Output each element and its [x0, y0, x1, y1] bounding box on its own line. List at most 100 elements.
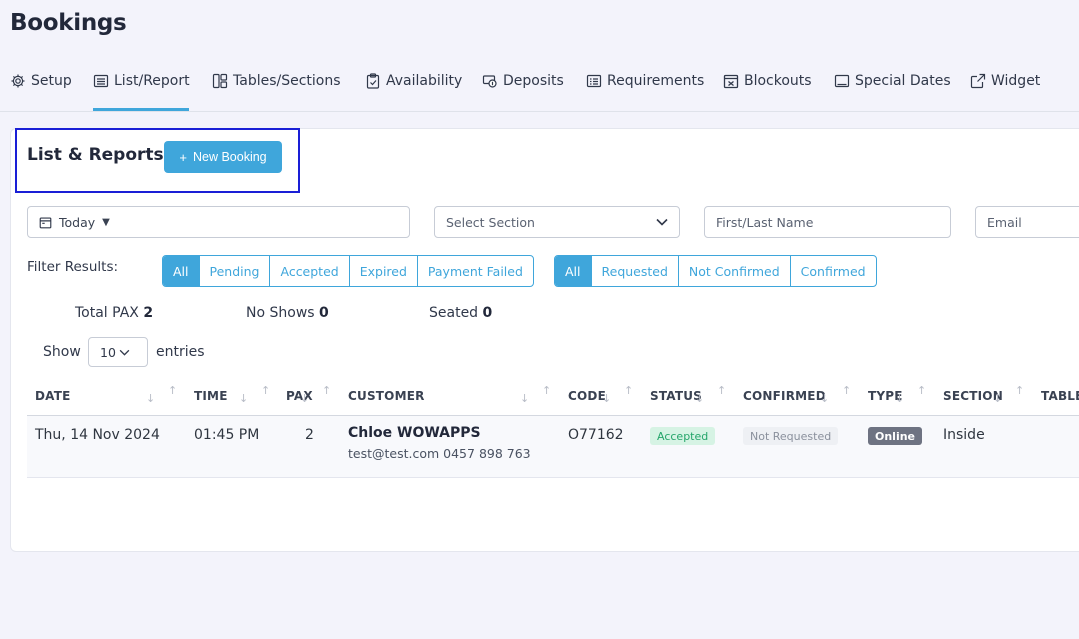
column-header-confirmed[interactable]: CONFIRMED	[743, 389, 826, 403]
list-details-icon	[586, 74, 602, 88]
confirm-filter-not-confirmed[interactable]: Not Confirmed	[677, 256, 790, 286]
entries-value: 10	[100, 344, 116, 360]
date-filter-value: Today	[59, 214, 96, 230]
tab-label: Special Dates	[855, 73, 951, 89]
sort-asc-icon[interactable]: ↑	[842, 385, 851, 396]
chevron-down-icon	[656, 218, 668, 226]
tab-label: Requirements	[607, 73, 705, 89]
layout-icon	[212, 73, 228, 89]
show-label: Show	[43, 344, 81, 360]
no-shows-label: No Shows	[246, 305, 315, 321]
sort-asc-icon[interactable]: ↑	[542, 385, 551, 396]
tab-tables-sections[interactable]: Tables/Sections	[212, 70, 341, 92]
highlight-box	[15, 128, 300, 193]
calendar-icon	[39, 216, 52, 228]
tab-list-report[interactable]: List/Report	[93, 70, 190, 92]
chevron-down-icon	[119, 349, 130, 356]
type-badge: Online	[868, 427, 923, 445]
total-pax-stat: Total PAX 2	[75, 305, 153, 321]
name-search-placeholder: First/Last Name	[716, 214, 814, 230]
list-icon	[93, 74, 109, 88]
status-filter-pending[interactable]: Pending	[198, 256, 270, 286]
sort-desc-icon[interactable]: ↓	[146, 393, 155, 404]
tab-label: Availability	[386, 73, 463, 89]
status-filter-expired[interactable]: Expired	[348, 256, 417, 286]
gear-icon	[11, 74, 25, 88]
page-title: Bookings	[10, 10, 127, 36]
caret-down-icon: ▼	[102, 216, 110, 228]
no-shows-value: 0	[319, 305, 329, 321]
filter-results-label: Filter Results:	[27, 259, 119, 275]
section-select-placeholder: Select Section	[446, 214, 535, 230]
sort-asc-icon[interactable]: ↑	[717, 385, 726, 396]
cell-pax: 2	[305, 427, 314, 443]
confirm-filter-requested[interactable]: Requested	[590, 256, 678, 286]
calendar-icon	[834, 74, 850, 88]
tabs-divider	[0, 111, 1079, 112]
column-header-code[interactable]: CODE	[568, 389, 606, 403]
tab-blockouts[interactable]: Blockouts	[723, 70, 812, 92]
status-filter-accepted[interactable]: Accepted	[269, 256, 348, 286]
cell-customer-contact: test@test.com 0457 898 763	[348, 446, 531, 461]
cell-time: 01:45 PM	[194, 427, 260, 443]
email-search-input[interactable]: Email	[975, 206, 1079, 238]
sort-desc-icon[interactable]: ↓	[820, 393, 829, 404]
tab-special-dates[interactable]: Special Dates	[834, 70, 951, 92]
column-header-time[interactable]: TIME	[194, 389, 228, 403]
seated-stat: Seated 0	[429, 305, 492, 321]
cell-section: Inside	[943, 427, 985, 443]
sort-desc-icon[interactable]: ↓	[300, 393, 309, 404]
no-shows-stat: No Shows 0	[246, 305, 329, 321]
sort-desc-icon[interactable]: ↓	[993, 393, 1002, 404]
sort-desc-icon[interactable]: ↓	[239, 393, 248, 404]
tab-availability[interactable]: Availability	[365, 70, 462, 92]
sort-asc-icon[interactable]: ↑	[917, 385, 926, 396]
confirm-filter-confirmed[interactable]: Confirmed	[789, 256, 876, 286]
confirmed-badge: Not Requested	[743, 427, 839, 445]
sort-asc-icon[interactable]: ↑	[168, 385, 177, 396]
column-header-customer[interactable]: CUSTOMER	[348, 389, 425, 403]
seated-value: 0	[482, 305, 493, 321]
calendar-x-icon	[723, 74, 739, 89]
entries-select[interactable]: 10	[88, 337, 148, 367]
tab-requirements[interactable]: Requirements	[586, 70, 704, 92]
tab-setup[interactable]: Setup	[10, 70, 72, 92]
sort-asc-icon[interactable]: ↑	[261, 385, 270, 396]
sort-desc-icon[interactable]: ↓	[895, 393, 904, 404]
status-badge: Accepted	[650, 427, 716, 445]
total-pax-value: 2	[143, 305, 154, 321]
cell-customer-name[interactable]: Chloe WOWAPPS	[348, 425, 481, 441]
column-header-table[interactable]: TABLE	[1041, 389, 1079, 403]
sort-desc-icon[interactable]: ↓	[695, 393, 704, 404]
column-header-date[interactable]: DATE	[35, 389, 71, 403]
tab-label: Deposits	[503, 73, 564, 89]
external-link-icon	[970, 73, 986, 89]
date-filter-input[interactable]: Today ▼	[27, 206, 410, 238]
table-row[interactable]	[27, 416, 1079, 477]
status-filter-group: All Pending Accepted Expired Payment Fai…	[162, 255, 534, 287]
status-filter-payment-failed[interactable]: Payment Failed	[416, 256, 533, 286]
sort-desc-icon[interactable]: ↓	[602, 393, 611, 404]
seated-label: Seated	[429, 305, 479, 321]
tab-label: Widget	[991, 73, 1041, 89]
section-select[interactable]: Select Section	[434, 206, 680, 238]
clipboard-check-icon	[366, 73, 380, 89]
cell-date: Thu, 14 Nov 2024	[35, 427, 160, 443]
email-search-placeholder: Email	[987, 214, 1022, 230]
total-pax-label: Total PAX	[75, 305, 139, 321]
sort-asc-icon[interactable]: ↑	[322, 385, 331, 396]
sort-asc-icon[interactable]: ↑	[1015, 385, 1024, 396]
cell-code: O77162	[568, 427, 624, 443]
sort-asc-icon[interactable]: ↑	[624, 385, 633, 396]
tab-widget[interactable]: Widget	[970, 70, 1040, 92]
money-icon	[482, 75, 497, 88]
table-row-divider	[27, 477, 1079, 478]
confirm-filter-all[interactable]: All	[555, 256, 591, 286]
tab-deposits[interactable]: Deposits	[482, 70, 564, 92]
tab-label: Blockouts	[744, 73, 812, 89]
sort-desc-icon[interactable]: ↓	[520, 393, 529, 404]
tab-label: List/Report	[114, 73, 190, 89]
status-filter-all[interactable]: All	[163, 256, 199, 286]
name-search-input[interactable]: First/Last Name	[704, 206, 951, 238]
tab-label: Setup	[31, 73, 72, 89]
